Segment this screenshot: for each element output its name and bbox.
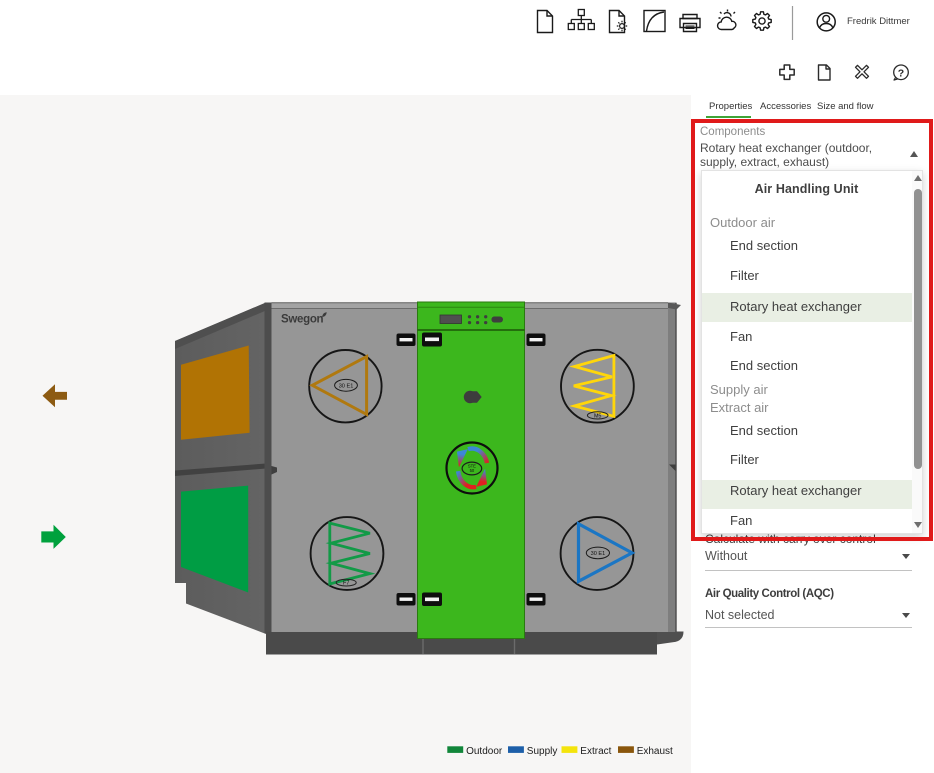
svg-text:Supply: Supply bbox=[527, 746, 558, 757]
svg-text:50: 50 bbox=[470, 468, 475, 473]
svg-text:30 E1: 30 E1 bbox=[339, 383, 354, 389]
svg-text:M5: M5 bbox=[594, 413, 602, 419]
svg-text:30 E1: 30 E1 bbox=[591, 551, 606, 557]
svg-text:Swegon: Swegon bbox=[281, 314, 324, 326]
svg-text:Outdoor: Outdoor bbox=[466, 746, 503, 757]
svg-text:F7: F7 bbox=[343, 581, 349, 587]
svg-text:Extract: Extract bbox=[580, 746, 611, 757]
svg-text:?: ? bbox=[898, 68, 904, 80]
svg-text:Exhaust: Exhaust bbox=[637, 746, 673, 757]
